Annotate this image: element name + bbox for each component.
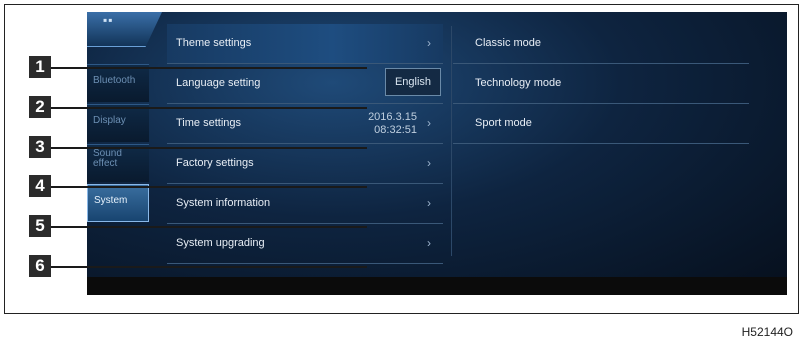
settings-screen: ▪▪ Bluetooth Display Sound effect System… [87, 12, 787, 295]
callout-number: 4 [29, 175, 51, 197]
nav-label: Sound effect [93, 148, 122, 169]
nav-item-sound-effect[interactable]: Sound effect [87, 144, 149, 182]
time-readout: 2016.3.15 08:32:51 [368, 111, 417, 137]
callout-number: 1 [29, 56, 51, 78]
home-icon: ▪▪ [103, 13, 114, 27]
mode-label: Sport mode [475, 117, 532, 129]
row-label: Time settings [176, 117, 242, 129]
callout-leader-line [51, 147, 367, 149]
callout-leader-line [51, 186, 367, 188]
nav-item-bluetooth[interactable]: Bluetooth [87, 64, 149, 102]
callout-number: 5 [29, 215, 51, 237]
column-divider [451, 26, 452, 256]
callout-leader-line [51, 67, 367, 69]
language-setting-row[interactable]: Language setting English [167, 64, 443, 104]
mode-item-classic[interactable]: Classic mode [453, 24, 749, 64]
mode-item-technology[interactable]: Technology mode [453, 64, 749, 104]
language-button[interactable]: English [385, 68, 441, 96]
theme-settings-row[interactable]: Theme settings › [167, 24, 443, 64]
callout-number: 3 [29, 136, 51, 158]
time-value: 08:32:51 [374, 124, 417, 136]
row-label: Language setting [176, 77, 261, 89]
row-label: Theme settings [176, 37, 252, 49]
system-information-row[interactable]: System information › [167, 184, 443, 224]
screen-bottom-bar [87, 277, 787, 295]
callout-number: 6 [29, 255, 51, 277]
callout-leader-line [51, 107, 367, 109]
time-settings-row[interactable]: Time settings 2016.3.15 08:32:51 › [167, 104, 443, 144]
row-label: System upgrading [176, 237, 265, 249]
callout-leader-line [51, 226, 367, 228]
row-label: Factory settings [176, 157, 254, 169]
callout-number: 2 [29, 96, 51, 118]
row-label: System information [176, 197, 271, 209]
factory-settings-row[interactable]: Factory settings › [167, 144, 443, 184]
nav-item-system[interactable]: System [87, 184, 149, 222]
mode-label: Technology mode [475, 77, 562, 89]
chevron-right-icon: › [427, 196, 431, 210]
date-value: 2016.3.15 [368, 111, 417, 123]
home-tab[interactable]: ▪▪ [87, 12, 162, 47]
mode-label: Classic mode [475, 37, 542, 49]
nav-label: System [94, 195, 128, 206]
figure-code: H52144O [741, 325, 793, 339]
nav-item-display[interactable]: Display [87, 104, 149, 142]
chevron-right-icon: › [427, 116, 431, 130]
callout-leader-line [51, 266, 367, 268]
nav-label: Display [93, 115, 126, 126]
chevron-right-icon: › [427, 236, 431, 250]
chevron-right-icon: › [427, 156, 431, 170]
mode-item-sport[interactable]: Sport mode [453, 104, 749, 144]
chevron-right-icon: › [427, 36, 431, 50]
system-upgrading-row[interactable]: System upgrading › [167, 224, 443, 264]
nav-label: Bluetooth [93, 75, 136, 86]
left-nav: Bluetooth Display Sound effect System [87, 64, 149, 284]
